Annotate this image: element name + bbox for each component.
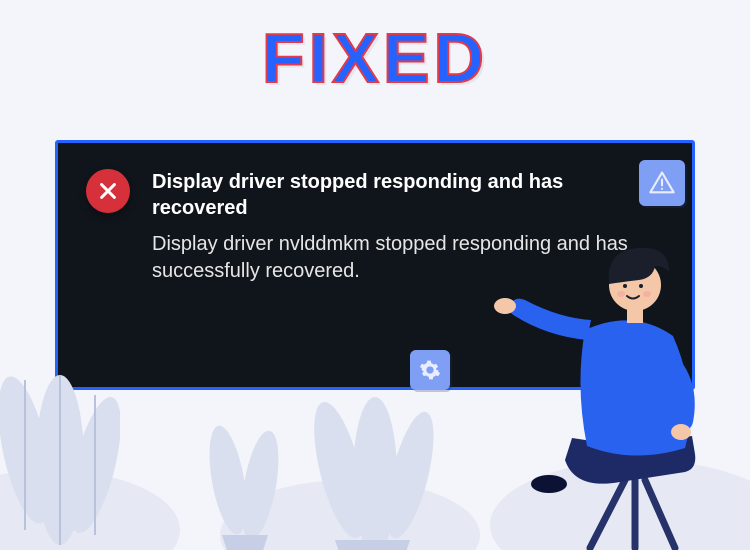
gear-icon	[410, 350, 450, 390]
error-x-icon	[86, 169, 130, 213]
decor-plant	[200, 400, 290, 550]
decor-person	[475, 210, 735, 550]
decor-plant	[300, 370, 440, 550]
decor-ground	[0, 470, 180, 550]
warning-triangle-icon	[639, 160, 685, 206]
decor-ground	[220, 480, 480, 550]
headline-fixed: FIXED	[0, 18, 750, 98]
